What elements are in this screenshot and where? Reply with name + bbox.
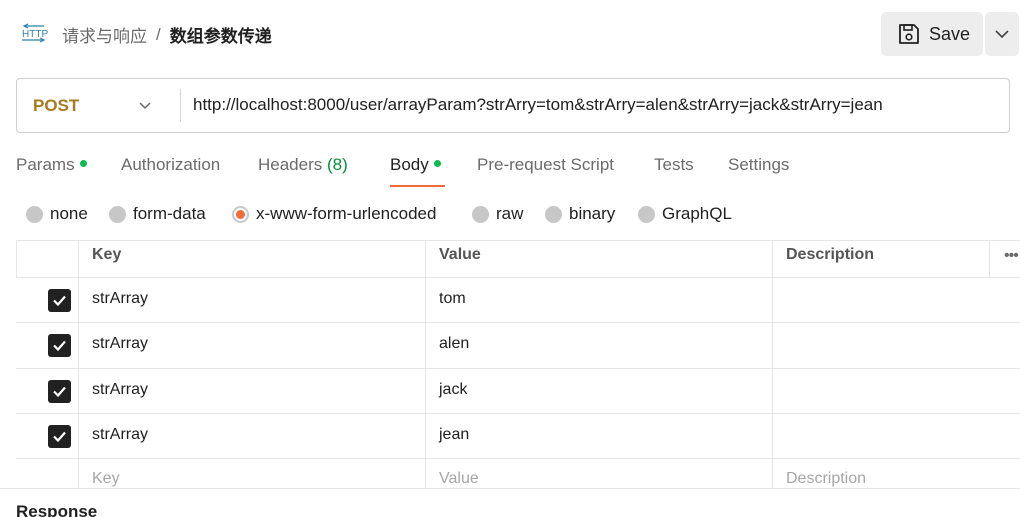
row-checkbox[interactable] [48, 425, 71, 448]
request-tabs: Params Authorization Headers (8) Body Pr… [16, 155, 1016, 189]
new-key-input[interactable]: Key [78, 459, 425, 488]
breadcrumb: 请求与响应 / 数组参数传递 [62, 22, 272, 47]
radio-graphql[interactable]: GraphQL [638, 204, 732, 224]
radio-circle [545, 205, 562, 223]
radio-circle [26, 205, 43, 223]
checkmark-icon [53, 431, 66, 443]
active-tab-underline [390, 185, 445, 187]
column-header-description: Description [772, 241, 989, 277]
radio-circle [109, 205, 126, 223]
value-cell[interactable]: jean [425, 414, 772, 458]
request-name[interactable]: 数组参数传递 [170, 22, 272, 47]
new-value-input[interactable]: Value [425, 459, 772, 488]
radio-binary[interactable]: binary [545, 204, 615, 224]
checkmark-icon [53, 295, 66, 307]
column-header-key: Key [78, 241, 425, 277]
ellipsis-icon[interactable]: ••• [1004, 247, 1019, 265]
params-table: Key Value Description ••• strArray tom s… [16, 240, 1020, 488]
value-cell[interactable]: jack [425, 369, 772, 413]
table-row: strArray tom [16, 278, 1020, 323]
method-label: POST [33, 96, 80, 115]
breadcrumb-collection[interactable]: 请求与响应 [62, 22, 147, 47]
tab-settings[interactable]: Settings [728, 155, 789, 175]
checkmark-icon [53, 386, 66, 398]
chevron-down-icon [995, 30, 1009, 39]
url-bar: POST http://localhost:8000/user/arrayPar… [16, 78, 1010, 133]
http-request-icon: HTTP [22, 23, 48, 43]
tab-headers[interactable]: Headers (8) [258, 155, 348, 175]
radio-x-www-form-urlencoded[interactable]: x-www-form-urlencoded [232, 204, 436, 224]
tab-tests[interactable]: Tests [654, 155, 694, 175]
tab-params[interactable]: Params [16, 155, 87, 175]
divider [180, 89, 181, 122]
key-cell[interactable]: strArray [78, 323, 425, 368]
table-row: strArray jean [16, 414, 1020, 459]
radio-circle [472, 205, 489, 223]
response-heading[interactable]: Response [16, 502, 97, 517]
headers-count: (8) [327, 155, 348, 174]
body-indicator-dot [433, 160, 441, 167]
method-select[interactable]: POST [17, 79, 180, 132]
description-cell[interactable] [772, 369, 1020, 413]
radio-circle-selected [232, 205, 249, 223]
url-input[interactable]: http://localhost:8000/user/arrayParam?st… [193, 95, 883, 115]
save-label: Save [929, 24, 971, 44]
breadcrumb-separator: / [156, 24, 161, 44]
tab-authorization[interactable]: Authorization [121, 155, 220, 175]
tab-pre-request-script[interactable]: Pre-request Script [477, 155, 614, 175]
new-description-input[interactable]: Description [772, 459, 1020, 488]
response-pane: Response [0, 488, 1020, 517]
save-options-dropdown[interactable] [985, 12, 1019, 56]
description-cell[interactable] [772, 323, 1020, 368]
radio-raw[interactable]: raw [472, 204, 523, 224]
row-checkbox[interactable] [48, 334, 71, 357]
body-type-selector: none form-data x-www-form-urlencoded raw… [26, 204, 826, 228]
column-header-value: Value [425, 241, 772, 277]
checkmark-icon [53, 340, 66, 352]
description-cell[interactable] [772, 278, 1020, 322]
request-header: HTTP 请求与响应 / 数组参数传递 Save [0, 0, 1020, 66]
key-cell[interactable]: strArray [78, 369, 425, 413]
row-checkbox[interactable] [48, 289, 71, 312]
table-row: strArray jack [16, 369, 1020, 414]
floppy-disk-icon [899, 24, 919, 44]
save-button[interactable]: Save [881, 12, 983, 56]
params-indicator-dot [79, 160, 87, 167]
chevron-down-icon [139, 102, 151, 110]
table-header-row: Key Value Description ••• [16, 240, 1020, 278]
tab-body[interactable]: Body [390, 155, 441, 175]
radio-form-data[interactable]: form-data [109, 204, 206, 224]
new-param-row: Key Value Description [16, 459, 1020, 488]
radio-none[interactable]: none [26, 204, 88, 224]
radio-circle [638, 205, 655, 223]
checkbox-column-header [16, 241, 78, 277]
svg-text:HTTP: HTTP [22, 29, 48, 40]
table-row: strArray alen [16, 323, 1020, 369]
value-cell[interactable]: tom [425, 278, 772, 322]
key-cell[interactable]: strArray [78, 278, 425, 322]
value-cell[interactable]: alen [425, 323, 772, 368]
description-cell[interactable] [772, 414, 1020, 458]
key-cell[interactable]: strArray [78, 414, 425, 458]
row-checkbox[interactable] [48, 380, 71, 403]
